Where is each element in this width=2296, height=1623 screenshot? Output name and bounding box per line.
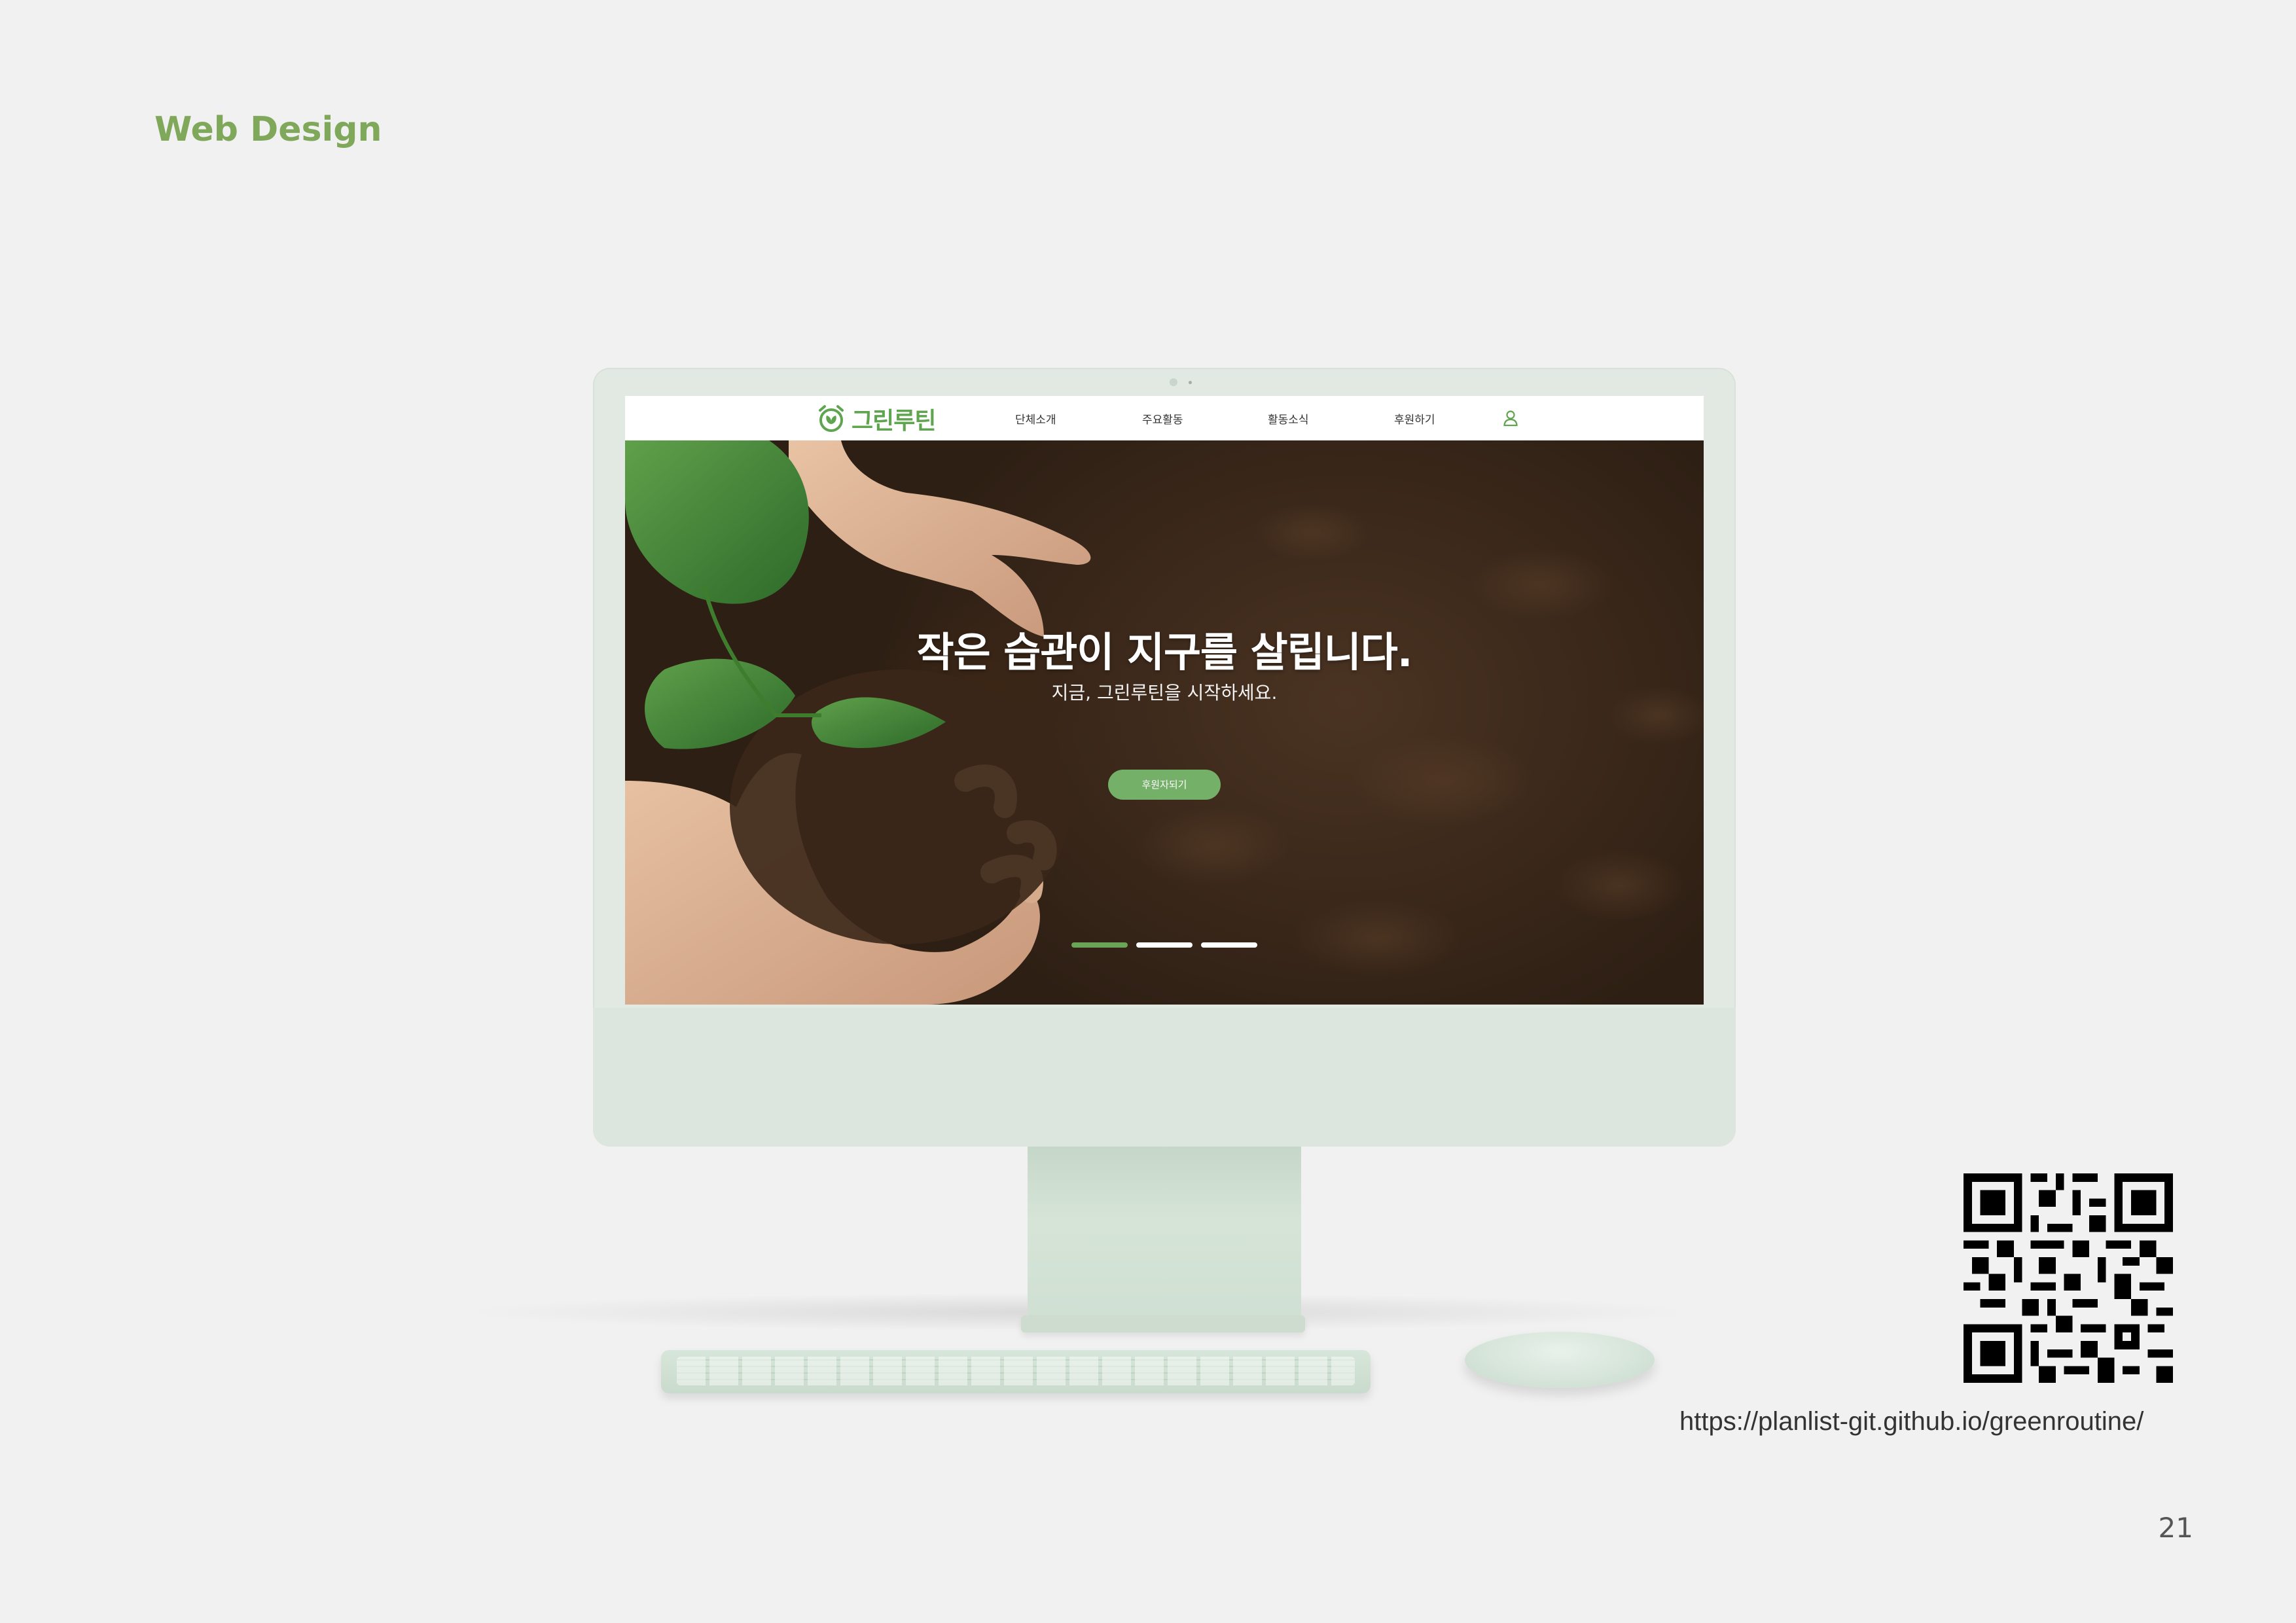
page-number: 21 [2158,1512,2193,1544]
monitor-screen: 그린루틴 단체소개 주요활동 활동소식 후원하기 작은 습관이 지구를 살립니다… [625,396,1704,1005]
slide-indicator-2[interactable] [1136,942,1193,948]
website-url[interactable]: https://planlist-git.github.io/greenrout… [1679,1407,2144,1436]
user-icon[interactable] [1503,410,1518,427]
camera-indicator [1189,381,1192,384]
hero-title: 작은 습관이 지구를 살립니다. [916,628,1413,676]
nav-item-news[interactable]: 활동소식 [1268,410,1309,427]
camera-icon [1170,378,1177,386]
site-logo[interactable]: 그린루틴 [816,404,936,435]
keyboard-keys [677,1357,1355,1385]
site-logo-text: 그린루틴 [852,408,936,435]
site-navbar: 그린루틴 단체소개 주요활동 활동소식 후원하기 [625,396,1704,440]
monitor-stand-foot [1021,1315,1305,1332]
slide-indicator-3[interactable] [1201,942,1257,948]
monitor-chin [593,1008,1736,1147]
nav-item-activities[interactable]: 주요활동 [1142,410,1183,427]
slide-title: Web Design [154,110,382,149]
hero-subtitle: 지금, 그린루틴을 시작하세요. [1051,682,1278,704]
hero-banner: 작은 습관이 지구를 살립니다. 지금, 그린루틴을 시작하세요. 후원자되기 [625,440,1704,1005]
donate-cta-button[interactable]: 후원자되기 [1108,770,1221,800]
alarm-clock-leaf-icon [819,405,844,432]
slide-indicator-1[interactable] [1071,942,1128,948]
nav-item-about[interactable]: 단체소개 [1015,410,1056,427]
nav-item-donate[interactable]: 후원하기 [1394,410,1435,427]
mouse [1465,1332,1655,1388]
hero-background-image [625,440,1704,1005]
qr-code[interactable] [1964,1173,2173,1383]
keyboard [661,1350,1371,1393]
monitor-stand [1028,1145,1301,1332]
